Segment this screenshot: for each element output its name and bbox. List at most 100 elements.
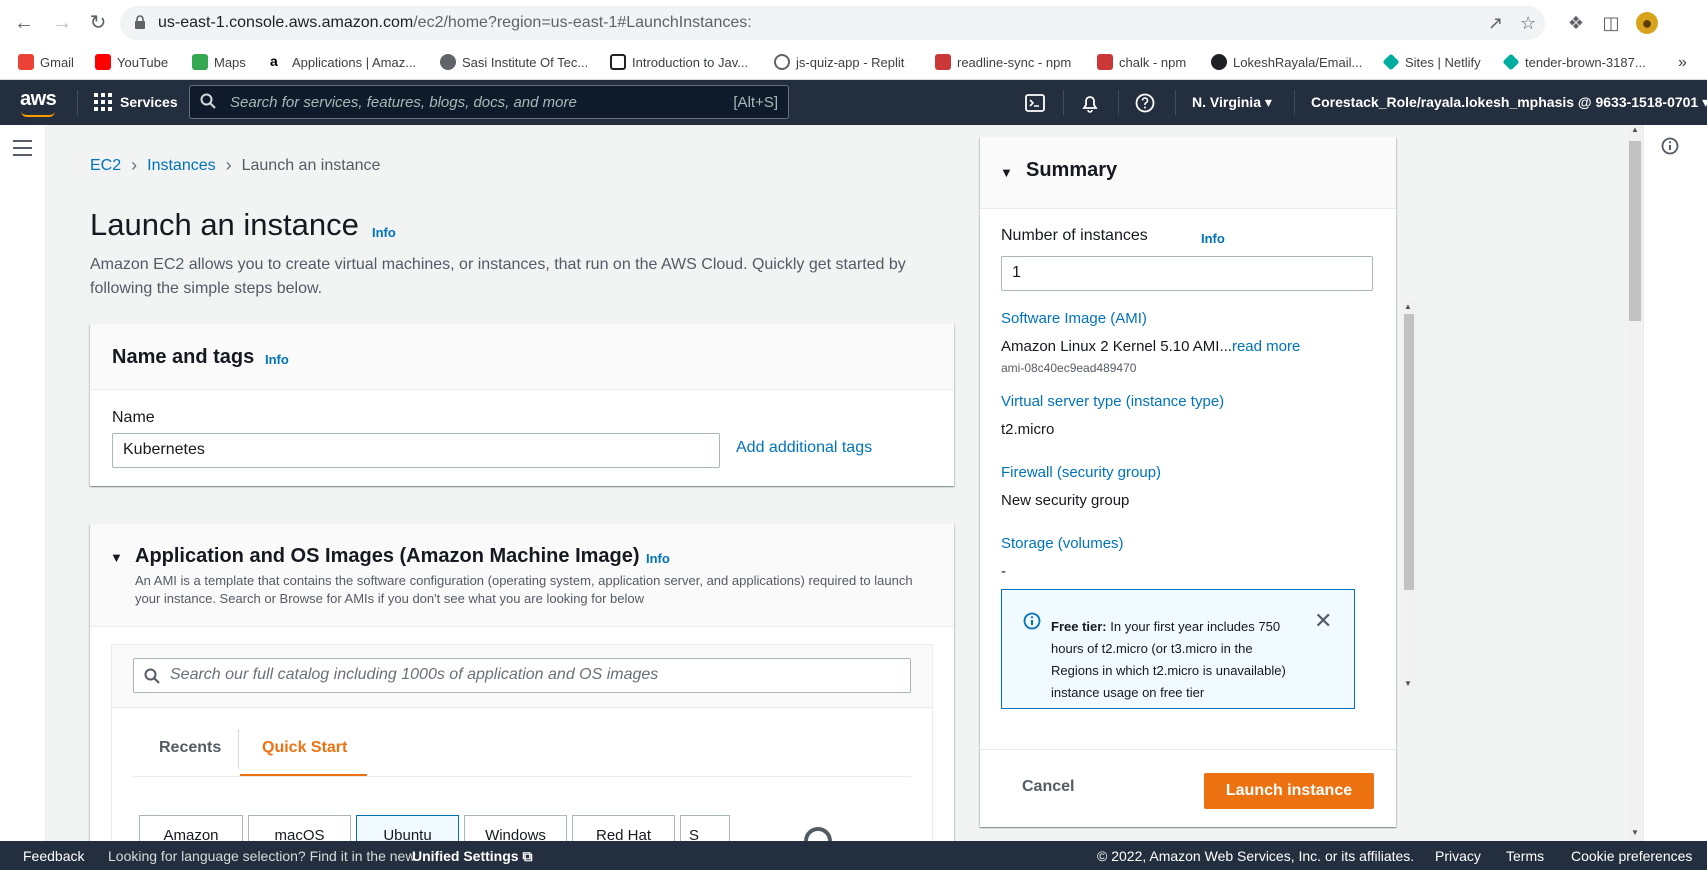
bookmark-maps[interactable]: Maps <box>192 54 246 70</box>
unified-settings-link[interactable]: Unified Settings ⧉ <box>412 848 532 865</box>
bookmark-netlify[interactable]: Sites | Netlify <box>1382 53 1481 71</box>
instance-type-summary-link[interactable]: Virtual server type (instance type) <box>1001 393 1224 410</box>
bookmark-readline-sync[interactable]: readline-sync - npm <box>935 54 1071 70</box>
forward-arrow-icon[interactable]: → <box>50 11 74 35</box>
account-menu[interactable]: Corestack_Role/rayala.lokesh_mphasis @ 9… <box>1311 94 1707 111</box>
aws-top-nav: aws Services Search for services, featur… <box>0 80 1707 125</box>
share-icon[interactable]: ↗ <box>1488 13 1503 34</box>
firewall-value: New security group <box>1001 492 1130 509</box>
scrollbar-thumb[interactable] <box>1629 141 1641 321</box>
ami-tile-windows[interactable]: Windows <box>464 815 567 841</box>
summary-heading: Summary <box>1026 159 1118 181</box>
tab-recents[interactable]: Recents <box>159 739 221 757</box>
npm-icon <box>1097 54 1113 70</box>
cancel-button[interactable]: Cancel <box>1022 778 1074 796</box>
summary-header: ▼ Summary <box>980 137 1396 209</box>
privacy-link[interactable]: Privacy <box>1435 848 1481 864</box>
copyright: © 2022, Amazon Web Services, Inc. or its… <box>1097 848 1415 864</box>
notion-icon <box>610 54 626 70</box>
ami-heading: Application and OS Images (Amazon Machin… <box>135 545 640 567</box>
name-tags-info-link[interactable]: Info <box>265 352 289 367</box>
search-shortcut: [Alt+S] <box>733 94 778 111</box>
instance-type-value: t2.micro <box>1001 421 1055 438</box>
name-input[interactable]: Kubernetes <box>112 433 720 468</box>
breadcrumb-instances[interactable]: Instances <box>147 157 215 175</box>
external-link-icon: ⧉ <box>522 848 533 864</box>
help-icon[interactable] <box>1134 92 1156 114</box>
bookmark-chalk[interactable]: chalk - npm <box>1097 54 1186 70</box>
bookmark-intro-java[interactable]: Introduction to Jav... <box>610 54 748 70</box>
hamburger-menu-icon[interactable] <box>13 140 32 156</box>
star-icon[interactable]: ☆ <box>1520 13 1536 34</box>
terms-link[interactable]: Terms <box>1506 848 1544 864</box>
caret-down-icon[interactable]: ▼ <box>1000 165 1013 180</box>
bookmark-tender-brown[interactable]: tender-brown-3187... <box>1502 53 1646 71</box>
ami-summary-link[interactable]: Software Image (AMI) <box>1001 310 1147 327</box>
reload-icon[interactable]: ↻ <box>86 11 110 35</box>
bookmark-youtube[interactable]: YouTube <box>95 54 168 70</box>
free-tier-label: Free tier: <box>1051 619 1107 634</box>
bookmark-github[interactable]: LokeshRayala/Email... <box>1211 54 1362 70</box>
services-menu[interactable]: Services <box>120 94 178 110</box>
breadcrumb-current: Launch an instance <box>241 156 381 174</box>
globe-icon <box>440 54 456 70</box>
bell-icon[interactable] <box>1079 92 1101 114</box>
firewall-summary-link[interactable]: Firewall (security group) <box>1001 464 1161 481</box>
side-panel-icon[interactable]: ◫ <box>1600 12 1622 34</box>
search-icon <box>200 93 216 109</box>
unified-settings-label: Unified Settings <box>412 848 519 864</box>
num-instances-input[interactable]: 1 <box>1001 256 1373 291</box>
account-label: Corestack_Role/rayala.lokesh_mphasis @ 9… <box>1311 94 1699 110</box>
scroll-up-arrow-icon[interactable]: ▲ <box>1404 302 1412 311</box>
storage-summary-link[interactable]: Storage (volumes) <box>1001 535 1124 552</box>
ami-info-link[interactable]: Info <box>646 551 670 566</box>
bookmark-sasi[interactable]: Sasi Institute Of Tec... <box>440 54 588 70</box>
address-bar[interactable]: us-east-1.console.aws.amazon.com/ec2/hom… <box>120 6 1545 40</box>
back-arrow-icon[interactable]: ← <box>12 11 36 35</box>
aws-logo[interactable]: aws <box>20 88 57 111</box>
ami-tile-amazon[interactable]: Amazon <box>139 815 243 841</box>
ami-search-input[interactable]: Search our full catalog including 1000s … <box>133 658 911 693</box>
scroll-up-arrow-icon[interactable]: ▲ <box>1631 125 1639 134</box>
ami-tile-suse[interactable]: S <box>680 815 730 841</box>
npm-icon <box>935 54 951 70</box>
page-description: Amazon EC2 allows you to create virtual … <box>90 256 906 297</box>
profile-avatar-icon[interactable]: ● <box>1636 12 1658 34</box>
extensions-icon[interactable]: ❖ <box>1565 12 1587 34</box>
replit-icon <box>774 54 790 70</box>
tab-quick-start[interactable]: Quick Start <box>262 739 347 757</box>
bookmark-replit[interactable]: js-quiz-app - Replit <box>774 54 904 70</box>
close-icon[interactable]: ✕ <box>1314 608 1332 634</box>
github-icon <box>1211 54 1227 70</box>
launch-instance-button[interactable]: Launch instance <box>1204 773 1374 809</box>
url-text: us-east-1.console.aws.amazon.com/ec2/hom… <box>158 14 752 31</box>
cloudshell-icon[interactable] <box>1024 92 1046 114</box>
services-grid-icon[interactable] <box>94 93 112 111</box>
ami-read-more-link[interactable]: read more <box>1232 338 1300 355</box>
ami-tile-redhat[interactable]: Red Hat <box>572 815 675 841</box>
add-additional-tags-link[interactable]: Add additional tags <box>736 439 872 457</box>
chevron-right-icon: › <box>225 155 232 175</box>
scrollbar-thumb[interactable] <box>1404 314 1414 590</box>
chevron-right-icon: › <box>131 155 138 175</box>
page-scrollbar[interactable]: ▲ ▼ <box>1627 125 1643 841</box>
region-selector[interactable]: N. Virginia ▾ <box>1192 94 1272 111</box>
bookmark-applications[interactable]: a Applications | Amaz... <box>270 54 416 70</box>
global-search-input[interactable]: Search for services, features, blogs, do… <box>189 85 789 119</box>
ami-id: ami-08c40ec9ead489470 <box>1001 361 1137 375</box>
bookmarks-overflow[interactable]: » <box>1678 54 1687 72</box>
feedback-link[interactable]: Feedback <box>23 848 84 864</box>
info-circle-icon[interactable] <box>1661 137 1679 155</box>
scroll-down-arrow-icon[interactable]: ▼ <box>1631 828 1639 837</box>
bookmark-gmail[interactable]: Gmail <box>18 54 74 70</box>
page-info-link[interactable]: Info <box>372 225 396 240</box>
side-nav-rail <box>0 125 46 841</box>
caret-down-icon[interactable]: ▼ <box>110 550 123 565</box>
scroll-down-arrow-icon[interactable]: ▼ <box>1404 679 1412 688</box>
breadcrumb-ec2[interactable]: EC2 <box>90 157 121 175</box>
cookie-preferences-link[interactable]: Cookie preferences <box>1571 848 1692 864</box>
num-instances-info-link[interactable]: Info <box>1201 231 1225 246</box>
ami-tile-macos[interactable]: macOS <box>248 815 351 841</box>
ami-tile-ubuntu[interactable]: Ubuntu <box>356 815 459 841</box>
summary-scrollbar[interactable]: ▲ ▼ <box>1402 298 1416 690</box>
